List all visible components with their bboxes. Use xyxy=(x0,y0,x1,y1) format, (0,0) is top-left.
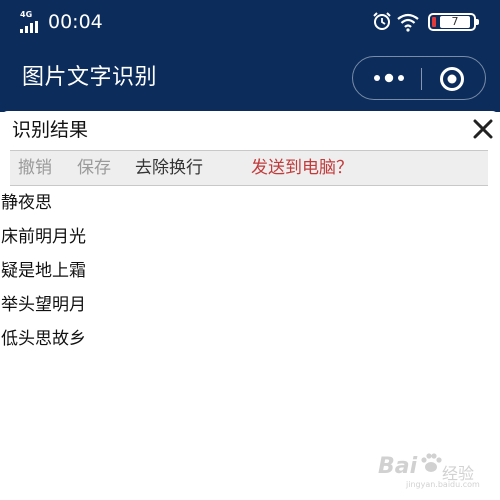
capsule-divider xyxy=(421,68,422,90)
recognized-text[interactable]: 静夜思 床前明月光 疑是地上霜 举头望明月 低头思故乡 xyxy=(0,186,500,356)
status-time: 00:04 xyxy=(48,11,103,33)
undo-button[interactable]: 撤销 xyxy=(18,151,52,185)
result-title: 识别结果 xyxy=(12,119,89,141)
more-dots-icon[interactable] xyxy=(367,65,411,91)
result-toolbar: 撤销 保存 去除换行 发送到电脑？ xyxy=(10,150,488,186)
text-line: 静夜思 xyxy=(1,193,52,213)
watermark-brand: Bai xyxy=(378,454,418,479)
alarm-icon xyxy=(373,12,391,30)
signal-icon: 4G xyxy=(20,10,44,34)
send-to-pc-button[interactable]: 发送到电脑？ xyxy=(251,151,353,185)
watermark-url: jingyan.baidu.com xyxy=(406,480,480,489)
battery-icon: 7 xyxy=(428,13,479,31)
text-line: 床前明月光 xyxy=(1,227,86,247)
text-line: 疑是地上霜 xyxy=(1,261,86,281)
app-header: 4G 00:04 7 图片文字识别 xyxy=(0,0,500,112)
network-type: 4G xyxy=(20,10,33,19)
battery-level: 7 xyxy=(440,16,470,28)
remove-linebreaks-button[interactable]: 去除换行 xyxy=(135,151,203,185)
text-line: 举头望明月 xyxy=(1,295,86,315)
save-button[interactable]: 保存 xyxy=(77,151,111,185)
status-bar: 4G 00:04 7 xyxy=(0,0,500,44)
text-line: 低头思故乡 xyxy=(1,329,86,349)
baidu-jingyan-watermark: Bai 经验 jingyan.baidu.com xyxy=(378,444,484,490)
mini-program-capsule xyxy=(352,56,486,100)
close-icon[interactable] xyxy=(472,118,494,140)
mini-program-close-icon[interactable] xyxy=(438,65,466,93)
battery-fill xyxy=(432,17,436,27)
paw-icon xyxy=(421,453,442,472)
wifi-icon xyxy=(397,13,419,32)
page-title: 图片文字识别 xyxy=(22,65,158,90)
